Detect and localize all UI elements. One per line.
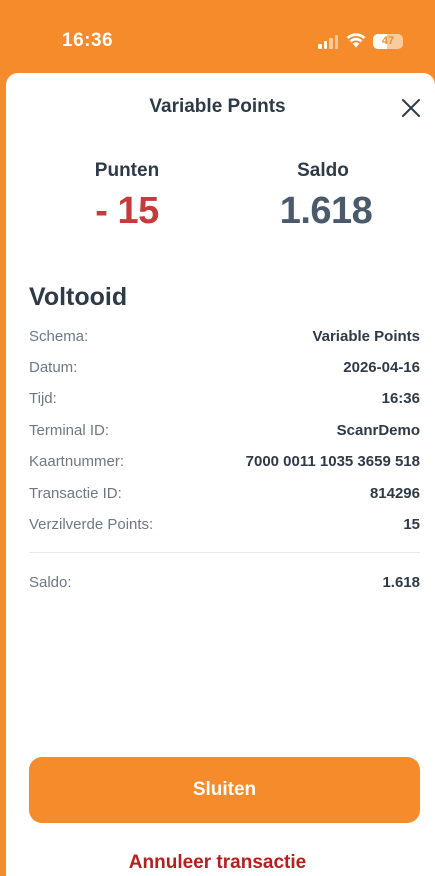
battery-icon: 47 <box>373 34 403 49</box>
detail-label: Verzilverde Points: <box>29 516 154 533</box>
points-label: Punten <box>94 160 160 181</box>
battery-percentage: 47 <box>381 35 395 47</box>
detail-value: 1.618 <box>382 574 420 591</box>
divider <box>29 552 420 553</box>
balance-label: Saldo <box>297 160 349 181</box>
detail-row-date: Datum: 2026-04-16 <box>29 359 420 383</box>
detail-label: Schema: <box>29 328 89 345</box>
cancel-transaction-button[interactable]: Annuleer transactie <box>0 852 435 874</box>
points-value: - 15 <box>95 190 159 232</box>
detail-row-balance: Saldo: 1.618 <box>29 574 420 598</box>
detail-row-transaction-id: Transactie ID: 814296 <box>29 485 420 509</box>
detail-value: Variable Points <box>312 328 420 345</box>
transaction-status: Voltooid <box>29 283 128 311</box>
detail-label: Transactie ID: <box>29 485 122 502</box>
status-bar: 16:36 47 <box>0 0 435 80</box>
detail-row-terminal: Terminal ID: ScanrDemo <box>29 422 420 446</box>
detail-label: Tijd: <box>29 390 57 407</box>
detail-value: 814296 <box>369 485 420 502</box>
detail-value: 16:36 <box>381 390 420 407</box>
status-time: 16:36 <box>62 30 114 51</box>
detail-value: 7000 0011 1035 3659 518 <box>245 453 420 470</box>
sheet-title: Variable Points <box>149 96 286 117</box>
detail-row-time: Tijd: 16:36 <box>29 390 420 414</box>
detail-label: Kaartnummer: <box>29 453 125 470</box>
wifi-icon <box>346 33 366 48</box>
detail-row-card-number: Kaartnummer: 7000 0011 1035 3659 518 <box>29 453 420 477</box>
close-icon[interactable] <box>398 95 424 121</box>
close-button[interactable]: Sluiten <box>29 757 420 823</box>
detail-label: Terminal ID: <box>29 422 110 439</box>
cellular-signal-icon <box>318 35 338 49</box>
detail-value: 2026-04-16 <box>343 359 420 376</box>
detail-row-redeemed-points: Verzilverde Points: 15 <box>29 516 420 540</box>
detail-label: Saldo: <box>29 574 72 591</box>
detail-value: ScanrDemo <box>336 422 420 439</box>
balance-value: 1.618 <box>279 190 373 232</box>
detail-value: 15 <box>403 516 420 533</box>
detail-row-schema: Schema: Variable Points <box>29 328 420 352</box>
detail-label: Datum: <box>29 359 78 376</box>
